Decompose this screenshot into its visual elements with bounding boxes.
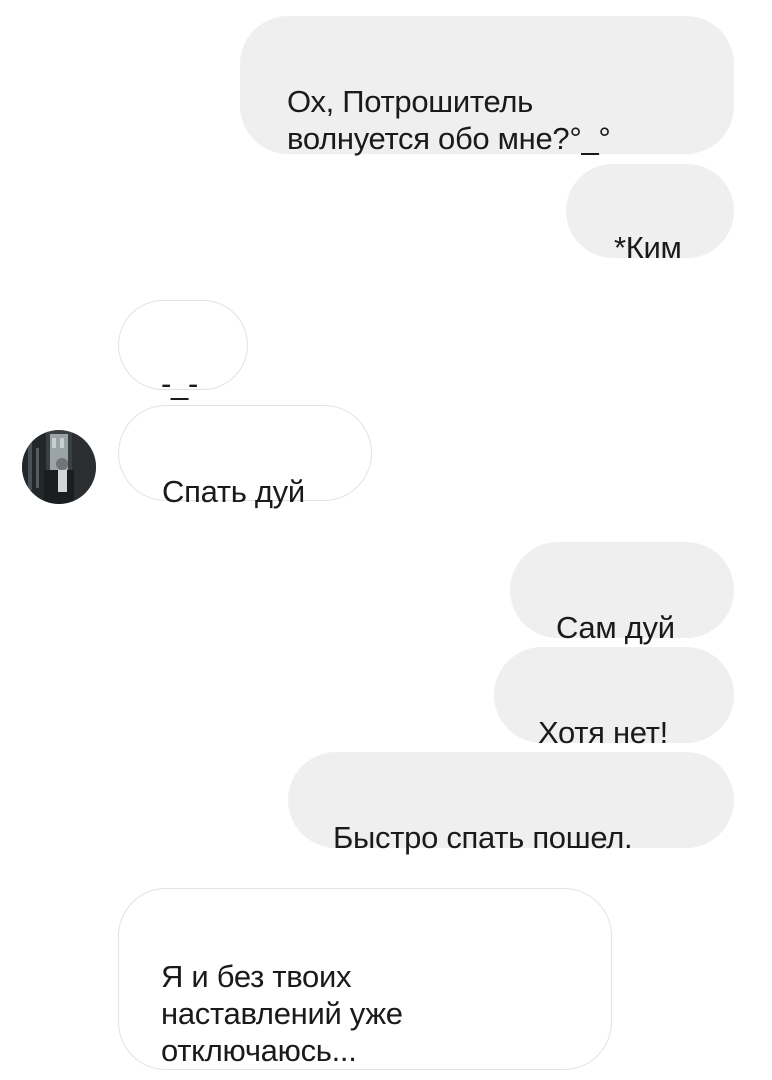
message-bubble-incoming[interactable]: Я и без твоих наставлений уже отключаюсь… — [118, 888, 612, 1070]
message-text: Я и без твоих наставлений уже отключаюсь… — [161, 959, 403, 1068]
message-text: Быстро спать пошел. — [333, 820, 633, 855]
message-text: Хотя нет! — [538, 715, 668, 750]
message-text: Спать дуй — [162, 474, 305, 509]
message-bubble-outgoing[interactable]: Ох, Потрошитель волнуется обо мне?°_° — [240, 16, 734, 156]
message-text: -_- — [161, 366, 198, 401]
message-text: Сам дуй — [556, 610, 675, 645]
message-text: Ох, Потрошитель волнуется обо мне?°_° — [287, 84, 611, 156]
message-bubble-incoming[interactable]: Спать дуй — [118, 405, 372, 509]
message-bubble-incoming[interactable]: -_- — [118, 300, 248, 401]
message-bubble-outgoing[interactable]: Хотя нет! — [494, 647, 734, 750]
message-text: *Ким — [614, 230, 682, 265]
contact-avatar[interactable] — [22, 430, 96, 504]
message-bubble-outgoing[interactable]: Быстро спать пошел. — [288, 752, 734, 855]
contact-photo-avatar — [22, 430, 96, 504]
message-bubble-outgoing[interactable]: *Ким — [566, 164, 734, 265]
message-bubble-outgoing[interactable]: Сам дуй — [510, 542, 734, 645]
